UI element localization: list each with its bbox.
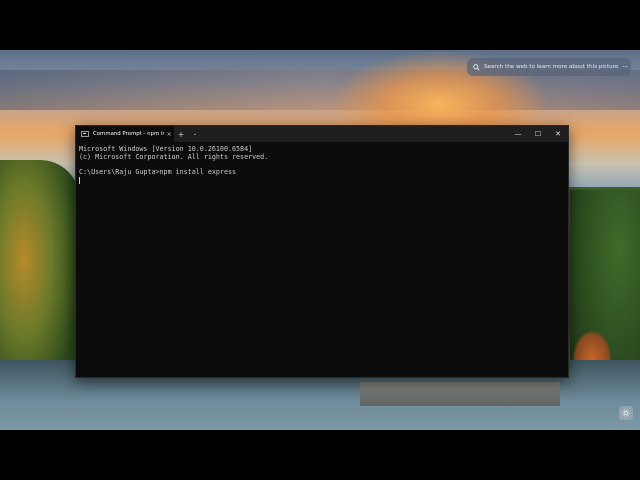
console-output[interactable]: Microsoft Windows [Version 10.0.26100.65…	[79, 145, 269, 185]
desktop-corner-button[interactable]	[619, 406, 633, 420]
gear-icon	[622, 409, 630, 417]
search-hint-text: Search the web to learn more about this …	[484, 64, 619, 70]
terminal-window[interactable]: Command Prompt - npm insl × + ⌄ — ☐ ✕ Mi…	[75, 125, 569, 378]
text-cursor	[79, 177, 80, 185]
search-icon	[471, 62, 481, 72]
minimize-button[interactable]: —	[508, 126, 528, 142]
wallpaper-dock	[360, 382, 560, 406]
maximize-button[interactable]: ☐	[528, 126, 548, 142]
console-line: C:\Users\Raju Gupta>npm install express	[79, 168, 237, 177]
spotlight-search-hint[interactable]: Search the web to learn more about this …	[467, 58, 631, 76]
tab-title: Command Prompt - npm insl	[93, 131, 164, 137]
new-tab-button[interactable]: +	[174, 126, 188, 142]
more-options-icon[interactable]: ···	[619, 63, 631, 71]
tab-dropdown-button[interactable]: ⌄	[188, 126, 202, 142]
terminal-titlebar[interactable]: Command Prompt - npm insl × + ⌄ — ☐ ✕	[76, 126, 568, 142]
close-button[interactable]: ✕	[548, 126, 568, 142]
command-prompt-icon	[81, 131, 89, 137]
tab-close-button[interactable]: ×	[164, 131, 174, 138]
titlebar-drag-area[interactable]	[202, 126, 508, 142]
console-line: (c) Microsoft Corporation. All rights re…	[79, 152, 269, 161]
tab-command-prompt[interactable]: Command Prompt - npm insl ×	[76, 126, 174, 142]
